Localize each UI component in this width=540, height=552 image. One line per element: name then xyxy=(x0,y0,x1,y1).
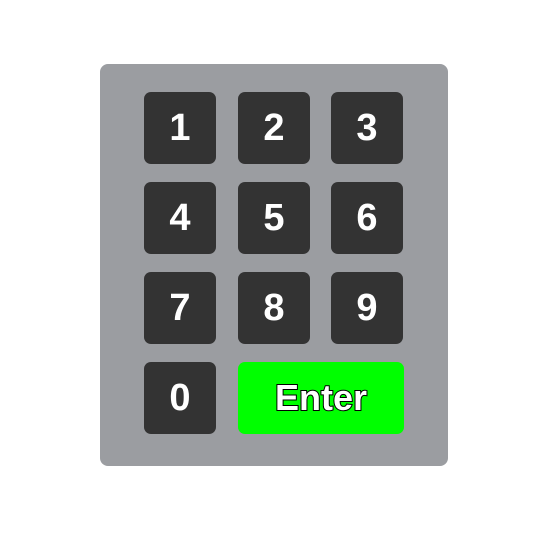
key-2-label: 2 xyxy=(263,106,285,149)
key-6-label: 6 xyxy=(356,196,378,239)
key-1-label: 1 xyxy=(169,106,191,149)
key-8-label: 8 xyxy=(263,286,285,329)
key-7-button[interactable]: 7 xyxy=(144,272,216,344)
key-5-label: 5 xyxy=(263,196,285,239)
key-1-button[interactable]: 1 xyxy=(144,92,216,164)
key-3-label: 3 xyxy=(356,106,378,149)
key-9-label: 9 xyxy=(356,286,378,329)
key-3-button[interactable]: 3 xyxy=(331,92,403,164)
key-0-button[interactable]: 0 xyxy=(144,362,216,434)
key-0-label: 0 xyxy=(169,376,191,419)
key-9-button[interactable]: 9 xyxy=(331,272,403,344)
keypad-panel: 1 2 3 4 5 6 7 8 9 0 Enter xyxy=(100,64,448,466)
key-8-button[interactable]: 8 xyxy=(238,272,310,344)
enter-button[interactable]: Enter xyxy=(238,362,404,434)
enter-label: Enter xyxy=(274,376,368,419)
key-5-button[interactable]: 5 xyxy=(238,182,310,254)
key-7-label: 7 xyxy=(169,286,191,329)
key-2-button[interactable]: 2 xyxy=(238,92,310,164)
key-4-label: 4 xyxy=(169,196,191,239)
key-4-button[interactable]: 4 xyxy=(144,182,216,254)
key-6-button[interactable]: 6 xyxy=(331,182,403,254)
